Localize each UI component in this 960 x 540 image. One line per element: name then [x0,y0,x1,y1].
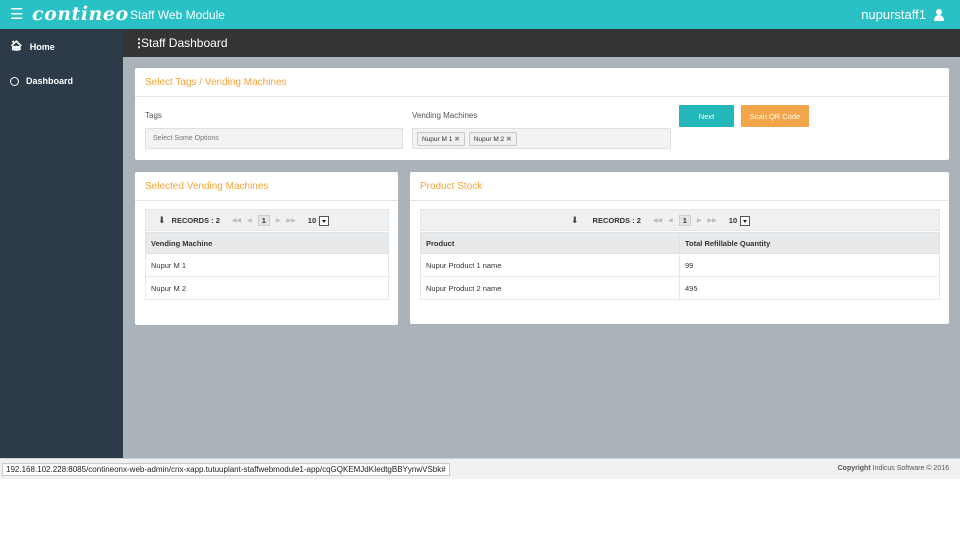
table-cell: Nupur M 2 [145,276,389,300]
vending-machines-label: Vending Machines [412,111,478,120]
module-title: Staff Web Module [130,8,225,22]
panel-title: Select Tags / Vending Machines [145,77,287,88]
sidebar: 🏠︎ Home Dashboard [0,29,123,458]
vending-machine-table: Vending Machine Nupur M 1 Nupur M 2 [145,232,389,300]
sidebar-item-label: Home [29,41,55,52]
copyright-text: Indicus Software © 2016 [872,465,949,472]
next-page-icon[interactable]: ▶ [276,217,281,224]
page-size-value: 10 [307,216,317,225]
remove-icon[interactable]: ✖ [506,136,511,143]
sidebar-item-home[interactable]: 🏠︎ Home [10,41,55,52]
prev-page-icon[interactable]: ◀ [668,217,673,224]
download-icon[interactable]: ⬇ [158,215,166,226]
table-row[interactable]: Nupur Product 1 name 99 [420,253,940,277]
status-url: 192.168.102.228:8085/contineonx-web-admi… [2,463,450,476]
status-bar: 192.168.102.228:8085/contineonx-web-admi… [0,458,960,479]
product-stock-panel: Product Stock ⬇ RECORDS : 2 ◀◀ ◀ 1 ▶ ▶▶ … [410,172,949,324]
remove-icon[interactable]: ✖ [454,136,459,143]
next-page-icon[interactable]: ▶ [697,217,702,224]
table-cell: Nupur Product 1 name [420,253,680,277]
column-header[interactable]: Vending Machine [145,232,389,254]
page-header: ⋮ Staff Dashboard [123,29,960,57]
column-header-product[interactable]: Product [420,232,680,254]
table-header-row: Product Total Refillable Quantity [420,232,940,254]
tags-label: Tags [145,111,162,120]
records-count: RECORDS : 2 [592,216,641,225]
scan-qr-code-button[interactable]: Scan QR Code [741,105,809,127]
tags-select[interactable]: Select Some Options [145,128,403,149]
table-row[interactable]: Nupur M 1 [145,253,389,277]
table-header-row: Vending Machine [145,232,389,254]
panel-title: Product Stock [420,181,483,192]
sidebar-item-dashboard[interactable]: Dashboard [10,76,73,86]
select-panel: Select Tags / Vending Machines Tags Sele… [135,68,949,160]
pagination-bar: ⬇ RECORDS : 2 ◀◀ ◀ 1 ▶ ▶▶ 10 [420,209,940,231]
first-page-icon[interactable]: ◀◀ [232,217,241,224]
menu-icon[interactable]: ☰ [10,7,23,22]
table-cell: Nupur M 1 [145,253,389,277]
download-icon[interactable]: ⬇ [571,215,579,226]
selected-vending-machines-panel: Selected Vending Machines ⬇ RECORDS : 2 … [135,172,398,325]
page-size-value: 10 [728,216,738,225]
divider [135,96,949,97]
records-count: RECORDS : 2 [171,216,220,225]
first-page-icon[interactable]: ◀◀ [653,217,662,224]
page-size-select[interactable]: 10 [307,215,330,226]
table-cell: 495 [679,276,940,300]
copyright-label: Copyright [837,465,871,472]
page-number[interactable]: 1 [257,215,270,226]
column-header-quantity[interactable]: Total Refillable Quantity [679,232,940,254]
prev-page-icon[interactable]: ◀ [247,217,252,224]
last-page-icon[interactable]: ▶▶ [287,217,296,224]
sidebar-item-label: Dashboard [26,76,74,86]
circle-icon [10,76,19,86]
chevron-down-icon[interactable] [740,215,751,226]
last-page-icon[interactable]: ▶▶ [708,217,717,224]
user-icon[interactable] [934,8,944,21]
app-logo[interactable]: contineo [32,3,129,25]
table-cell: Nupur Product 2 name [420,276,680,300]
table-row[interactable]: Nupur Product 2 name 495 [420,276,940,300]
table-row[interactable]: Nupur M 2 [145,276,389,300]
chevron-down-icon[interactable] [319,215,330,226]
page-size-select[interactable]: 10 [728,215,751,226]
copyright: Copyright Indicus Software © 2016 [838,465,949,472]
vending-machines-select[interactable]: Nupur M 1 ✖ Nupur M 2 ✖ [412,128,671,149]
next-button[interactable]: Next [679,105,734,127]
pagination-bar: ⬇ RECORDS : 2 ◀◀ ◀ 1 ▶ ▶▶ 10 [145,209,389,231]
page-number[interactable]: 1 [678,215,691,226]
panel-title: Selected Vending Machines [145,181,269,192]
page-title: Staff Dashboard [141,36,228,50]
username[interactable]: nupurstaff1 [861,7,926,22]
user-menu[interactable]: nupurstaff1 [861,7,944,22]
product-stock-table: Product Total Refillable Quantity Nupur … [420,232,940,300]
content-area: Select Tags / Vending Machines Tags Sele… [123,57,960,458]
home-icon: 🏠︎ [10,41,23,52]
vm-chip[interactable]: Nupur M 1 ✖ [417,132,465,146]
tags-placeholder: Select Some Options [153,135,219,142]
divider [410,200,949,201]
top-bar: ☰ contineo Staff Web Module nupurstaff1 [0,0,960,29]
vm-chip[interactable]: Nupur M 2 ✖ [468,132,517,146]
divider [135,200,398,201]
table-cell: 99 [679,253,940,277]
